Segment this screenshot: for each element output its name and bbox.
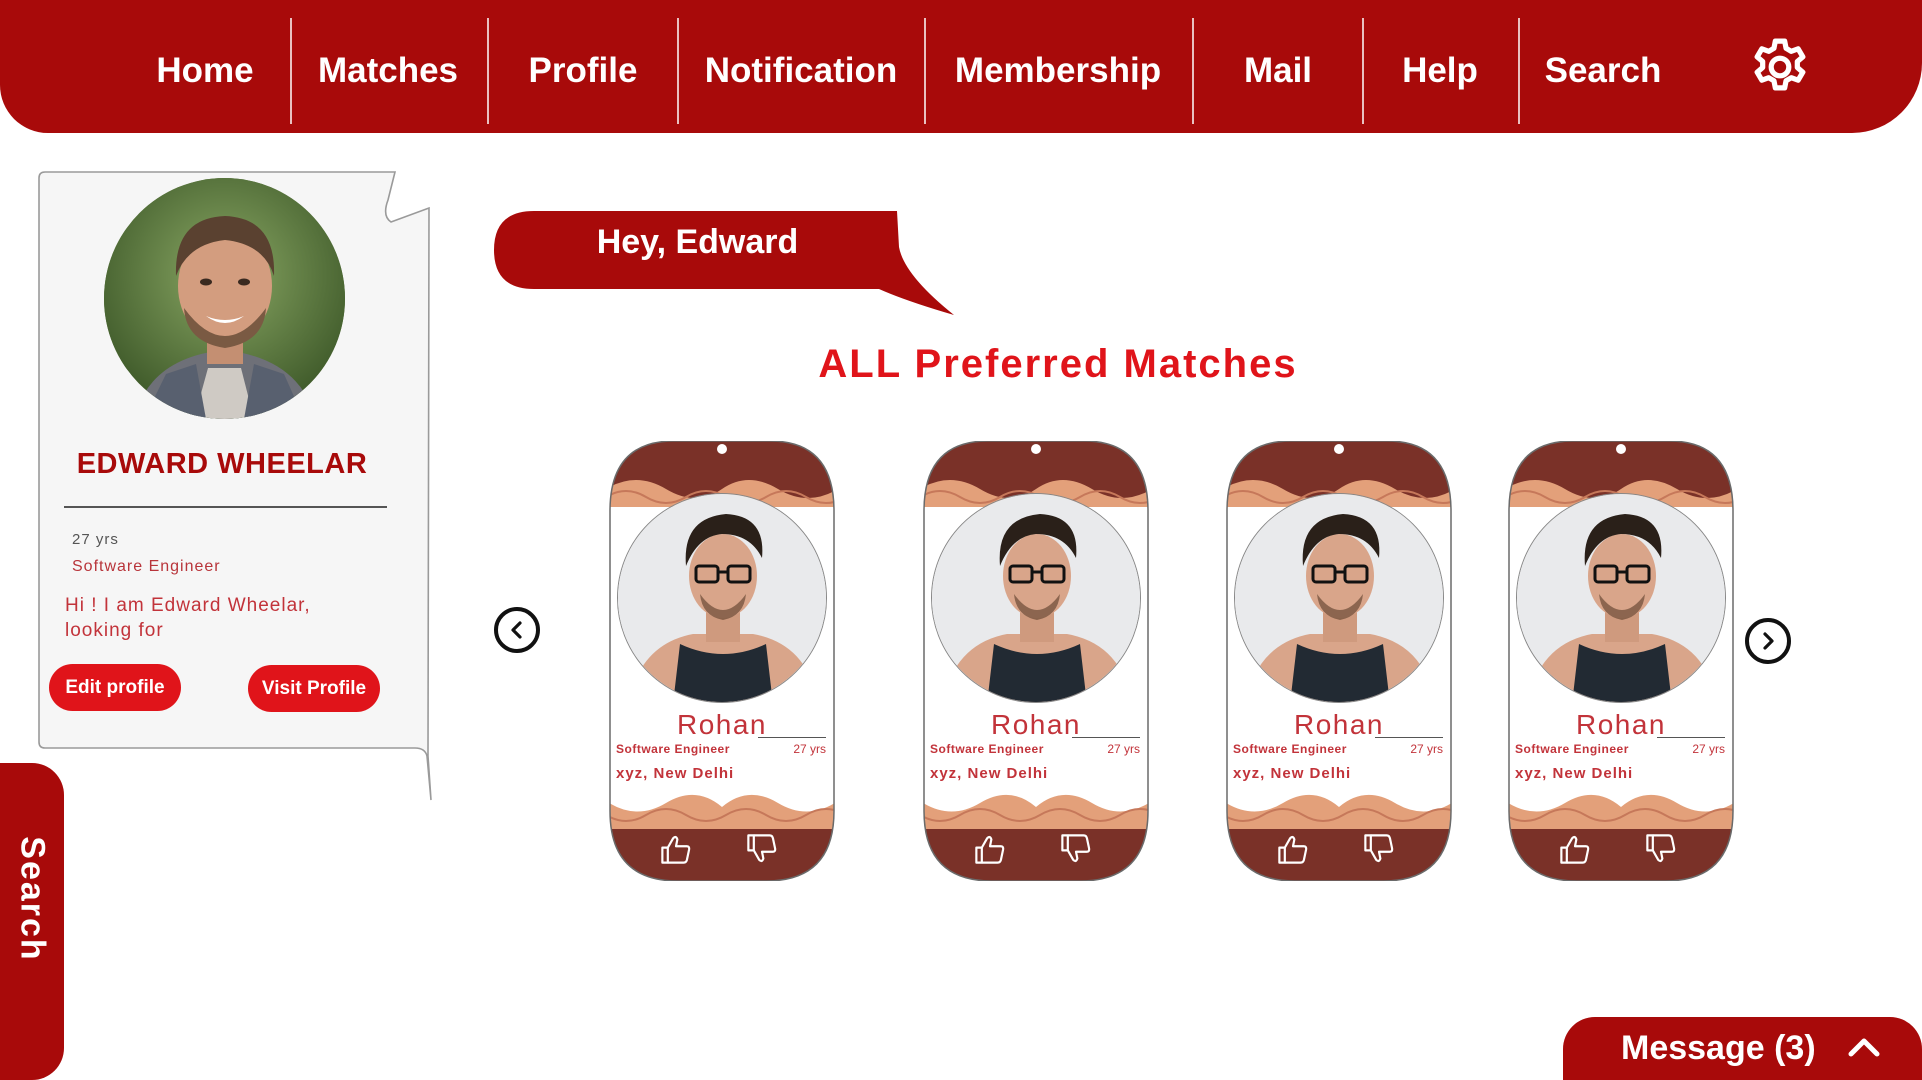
like-button[interactable] — [1555, 832, 1595, 866]
nav-membership[interactable]: Membership — [926, 18, 1190, 124]
match-card[interactable]: Rohan Software Engineer 27 yrs xyz, New … — [1223, 441, 1455, 881]
message-label: Message (3) — [1621, 1029, 1816, 1067]
greeting-text: Hey, Edward — [596, 223, 799, 261]
dislike-button[interactable] — [1641, 832, 1681, 866]
match-card[interactable]: Rohan Software Engineer 27 yrs xyz, New … — [606, 441, 838, 881]
nav-matches[interactable]: Matches — [292, 18, 484, 124]
top-nav-bar: Home Matches Profile Notification Member… — [0, 0, 1922, 133]
profile-job: Software Engineer — [72, 558, 221, 575]
profile-bio: Hi ! I am Edward Wheelar, looking for — [65, 595, 311, 641]
settings-button[interactable] — [1745, 32, 1815, 102]
chevron-up-icon[interactable] — [1845, 1032, 1883, 1062]
chevron-left-icon — [511, 621, 522, 639]
nav-mail[interactable]: Mail — [1194, 18, 1362, 124]
match-location: xyz, New Delhi — [1233, 765, 1352, 782]
thumbs-down-icon — [1061, 834, 1091, 863]
match-age: 27 yrs — [1692, 742, 1725, 756]
match-photo — [617, 493, 827, 703]
match-location: xyz, New Delhi — [1515, 765, 1634, 782]
side-search-label: Search — [13, 836, 52, 962]
match-card[interactable]: Rohan Software Engineer 27 yrs xyz, New … — [1505, 441, 1737, 881]
match-name-underline — [1657, 737, 1725, 738]
like-button[interactable] — [656, 832, 696, 866]
thumbs-up-icon — [1278, 835, 1308, 864]
thumbs-up-icon — [975, 835, 1005, 864]
like-button[interactable] — [1273, 832, 1313, 866]
edit-profile-button[interactable]: Edit profile — [49, 664, 181, 711]
like-button[interactable] — [970, 832, 1010, 866]
match-name-underline — [758, 737, 826, 738]
match-location: xyz, New Delhi — [616, 765, 735, 782]
dislike-button[interactable] — [1056, 832, 1096, 866]
match-name-underline — [1375, 737, 1443, 738]
nav-search[interactable]: Search — [1520, 18, 1686, 124]
message-bar[interactable]: Message (3) — [1563, 1017, 1922, 1080]
match-job: Software Engineer — [1515, 742, 1629, 756]
match-card[interactable]: Rohan Software Engineer 27 yrs xyz, New … — [920, 441, 1152, 881]
match-job: Software Engineer — [616, 742, 730, 756]
match-age: 27 yrs — [1107, 742, 1140, 756]
profile-divider — [64, 506, 387, 508]
profile-card: EDWARD WHEELAR 27 yrs Software Engineer … — [37, 170, 433, 802]
gear-icon — [1754, 38, 1806, 91]
profile-name: EDWARD WHEELAR — [76, 448, 368, 480]
nav-help[interactable]: Help — [1364, 18, 1516, 124]
match-job: Software Engineer — [930, 742, 1044, 756]
nav-home[interactable]: Home — [130, 18, 280, 124]
match-location: xyz, New Delhi — [930, 765, 1049, 782]
nav-profile[interactable]: Profile — [489, 18, 677, 124]
carousel-next-button[interactable] — [1745, 618, 1791, 664]
visit-profile-button[interactable]: Visit Profile — [248, 665, 380, 712]
thumbs-up-icon — [661, 835, 691, 864]
match-photo — [931, 493, 1141, 703]
match-age: 27 yrs — [1410, 742, 1443, 756]
match-job: Software Engineer — [1233, 742, 1347, 756]
dislike-button[interactable] — [742, 832, 782, 866]
match-photo — [1516, 493, 1726, 703]
match-photo — [1234, 493, 1444, 703]
nav-notification[interactable]: Notification — [679, 18, 923, 124]
match-name-underline — [1072, 737, 1140, 738]
section-title: ALL Preferred Matches — [818, 342, 1298, 386]
side-search-tab[interactable]: Search — [0, 763, 64, 1080]
thumbs-up-icon — [1560, 835, 1590, 864]
profile-age: 27 yrs — [72, 531, 119, 548]
thumbs-down-icon — [747, 834, 777, 863]
dislike-button[interactable] — [1359, 832, 1399, 866]
thumbs-down-icon — [1364, 834, 1394, 863]
match-age: 27 yrs — [793, 742, 826, 756]
thumbs-down-icon — [1646, 834, 1676, 863]
chevron-right-icon — [1763, 632, 1774, 650]
greeting-bubble: Hey, Edward — [494, 211, 964, 321]
carousel-prev-button[interactable] — [494, 607, 540, 653]
